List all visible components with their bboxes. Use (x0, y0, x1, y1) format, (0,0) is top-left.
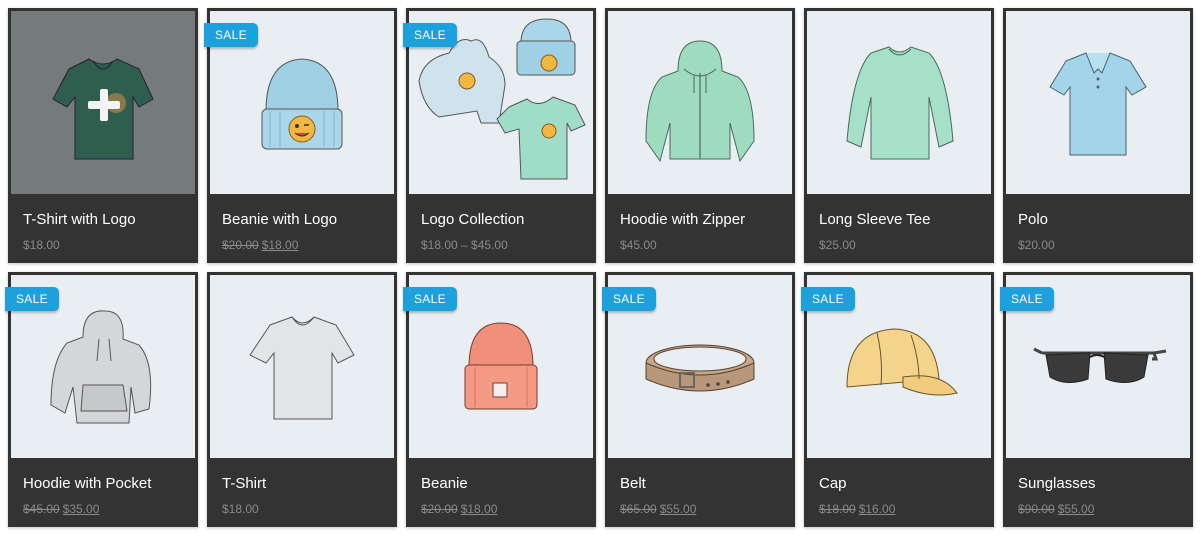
long-sleeve-tee-icon (846, 46, 954, 160)
sale-badge: SALE (602, 287, 656, 311)
product-image[interactable] (807, 11, 991, 194)
product-title[interactable]: Beanie with Logo (222, 211, 337, 228)
product-title[interactable]: Hoodie with Zipper (620, 211, 745, 228)
product-card-tshirt-with-logo[interactable]: T-Shirt with Logo $18.00 (8, 8, 198, 263)
product-title[interactable]: T-Shirt (222, 475, 266, 492)
product-image[interactable] (11, 11, 195, 194)
tshirt-icon (249, 316, 355, 420)
old-price: $20.00 (222, 238, 259, 252)
product-price: $45.00 (620, 238, 657, 252)
product-title[interactable]: Cap (819, 475, 847, 492)
product-card-beanie-with-logo[interactable]: SALE Beanie with Logo $20.00 $18.00 (204, 8, 397, 263)
product-card-beanie[interactable]: SALE Beanie $20.00 $18.00 (403, 272, 596, 527)
price-text: $18.00 (23, 238, 60, 252)
product-price: $20.00 $18.00 (421, 502, 497, 516)
product-image[interactable] (608, 11, 792, 194)
sale-price: $35.00 (62, 502, 100, 516)
old-price: $18.00 (819, 502, 856, 516)
old-price: $90.00 (1018, 502, 1055, 516)
product-title[interactable]: Polo (1018, 211, 1048, 228)
product-price: $65.00 $55.00 (620, 502, 696, 516)
product-price: $18.00 (23, 238, 60, 252)
sale-price: $55.00 (659, 502, 697, 516)
hoodie-zipper-icon (645, 40, 755, 163)
product-title[interactable]: Belt (620, 475, 646, 492)
price-text: $18.00 (222, 502, 259, 516)
product-price: $90.00 $55.00 (1018, 502, 1094, 516)
product-price: $20.00 (1018, 238, 1055, 252)
product-price: $18.00 – $45.00 (421, 238, 508, 252)
old-price: $65.00 (620, 502, 657, 516)
sale-badge: SALE (403, 23, 457, 47)
product-card-hoodie-with-pocket[interactable]: SALE Hoodie with Pocket $45.00 $35.00 (5, 272, 198, 527)
sale-price: $16.00 (858, 502, 896, 516)
product-card-cap[interactable]: SALE Cap $18.00 $16.00 (801, 272, 994, 527)
product-title[interactable]: Beanie (421, 475, 468, 492)
plus-icon[interactable] (88, 89, 120, 121)
product-card-tshirt[interactable]: T-Shirt $18.00 (207, 272, 397, 527)
sale-price: $55.00 (1057, 502, 1095, 516)
product-grid: T-Shirt with Logo $18.00 SALE Beanie wit… (0, 0, 1200, 534)
sale-badge: SALE (5, 287, 59, 311)
polo-icon (1049, 52, 1147, 156)
old-price: $45.00 (23, 502, 60, 516)
product-title[interactable]: Logo Collection (421, 211, 524, 228)
sale-badge: SALE (403, 287, 457, 311)
product-price: $20.00 $18.00 (222, 238, 298, 252)
sale-badge: SALE (1000, 287, 1054, 311)
product-card-hoodie-with-zipper[interactable]: Hoodie with Zipper $45.00 (605, 8, 795, 263)
product-card-long-sleeve-tee[interactable]: Long Sleeve Tee $25.00 (804, 8, 994, 263)
price-text: $20.00 (1018, 238, 1055, 252)
sale-badge: SALE (801, 287, 855, 311)
sale-price: $18.00 (261, 238, 299, 252)
product-card-sunglasses[interactable]: SALE Sunglasses $90.00 $55.00 (1000, 272, 1193, 527)
product-card-polo[interactable]: Polo $20.00 (1003, 8, 1193, 263)
product-image[interactable] (1006, 11, 1190, 194)
product-price: $18.00 $16.00 (819, 502, 895, 516)
product-price: $45.00 $35.00 (23, 502, 99, 516)
product-title[interactable]: Long Sleeve Tee (819, 211, 930, 228)
product-title[interactable]: Hoodie with Pocket (23, 475, 151, 492)
price-text: $18.00 – $45.00 (421, 238, 508, 252)
price-text: $25.00 (819, 238, 856, 252)
price-text: $45.00 (620, 238, 657, 252)
product-title[interactable]: Sunglasses (1018, 475, 1096, 492)
product-card-logo-collection[interactable]: SALE Logo Collection $18.00 – $45.00 (403, 8, 596, 263)
product-price: $18.00 (222, 502, 259, 516)
product-title[interactable]: T-Shirt with Logo (23, 211, 136, 228)
product-image[interactable] (210, 275, 394, 458)
old-price: $20.00 (421, 502, 458, 516)
product-card-belt[interactable]: SALE Belt $65.00 $55.00 (602, 272, 795, 527)
sale-badge: SALE (204, 23, 258, 47)
sale-price: $18.00 (460, 502, 498, 516)
product-price: $25.00 (819, 238, 856, 252)
